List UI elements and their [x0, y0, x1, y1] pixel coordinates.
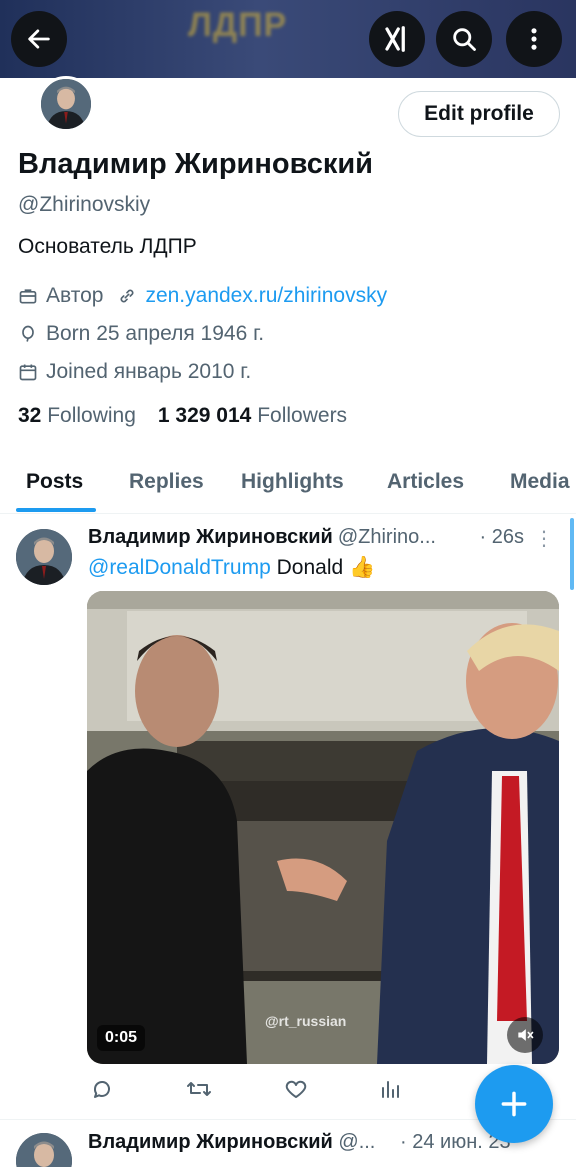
post-author-name[interactable]: Владимир Жириновский	[88, 1131, 333, 1153]
like-button[interactable]	[284, 1077, 308, 1106]
profile-meta-category-link: Автор zen.yandex.ru/zhirinovsky	[18, 282, 387, 310]
avatar-image	[41, 79, 91, 129]
post-avatar[interactable]	[16, 529, 72, 585]
profile-name: Владимир Жириновский	[18, 148, 373, 180]
profile-meta-born: Born 25 апреля 1946 г.	[18, 320, 264, 348]
avatar-image	[16, 529, 72, 585]
tab-articles[interactable]: Articles	[387, 470, 464, 494]
reply-icon	[93, 1080, 110, 1098]
plus-icon	[501, 1091, 527, 1117]
following-count: 32	[18, 404, 42, 427]
more-button[interactable]	[506, 11, 562, 67]
following-link[interactable]: 32 Following	[18, 404, 136, 428]
more-vertical-icon	[531, 28, 537, 50]
post-author-handle[interactable]: @Zhirino...	[338, 526, 436, 549]
followers-count: 1 329 014	[157, 404, 252, 427]
mute-button[interactable]	[507, 1017, 543, 1053]
balloon-icon	[22, 325, 34, 342]
post-author-name[interactable]: Владимир Жириновский	[88, 526, 333, 549]
profile-stats: 32 Following 1 329 014 Followers	[18, 404, 369, 428]
post-video[interactable]: 0:05 @rt_russian	[87, 591, 559, 1064]
profile-bio: Основатель ЛДПР	[18, 235, 197, 258]
active-tab-indicator	[16, 508, 96, 512]
link-icon	[120, 289, 134, 303]
tab-highlights[interactable]: Highlights	[241, 470, 344, 494]
reply-button[interactable]	[90, 1077, 114, 1106]
following-label: Following	[47, 404, 136, 427]
repost-button[interactable]	[186, 1077, 212, 1106]
arrow-left-icon	[28, 29, 50, 49]
grok-icon	[385, 26, 405, 52]
compose-post-button[interactable]	[475, 1065, 553, 1143]
speaker-muted-icon	[518, 1029, 534, 1041]
repost-icon	[187, 1082, 211, 1096]
back-button[interactable]	[11, 11, 67, 67]
search-icon	[453, 28, 476, 51]
avatar-image	[16, 1133, 72, 1167]
profile-handle: @Zhirinovskiy	[18, 193, 151, 216]
analytics-icon	[382, 1081, 399, 1098]
profile-meta-joined: Joined январь 2010 г.	[18, 358, 251, 386]
video-duration: 0:05	[97, 1025, 146, 1051]
post-more-icon[interactable]: ⋮	[534, 526, 554, 551]
profile-avatar[interactable]	[38, 76, 94, 132]
tab-posts[interactable]: Posts	[26, 470, 83, 494]
video-frame	[87, 591, 559, 1064]
post-timestamp[interactable]: · 26s	[480, 526, 524, 549]
profile-born: Born 25 апреля 1946 г.	[46, 322, 265, 345]
search-button[interactable]	[436, 11, 492, 67]
tab-media[interactable]: Media	[510, 470, 570, 494]
edit-profile-button[interactable]: Edit profile	[398, 91, 560, 137]
profile-joined: Joined январь 2010 г.	[46, 360, 252, 383]
calendar-icon	[19, 364, 37, 381]
video-watermark: @rt_russian	[265, 1013, 347, 1029]
post-text: @realDonaldTrump Donald 👍	[88, 556, 375, 580]
tab-replies[interactable]: Replies	[129, 470, 204, 494]
post-item[interactable]: Владимир Жириновский @Zhirino... · 26s ⋮…	[0, 514, 576, 1120]
profile-website-link[interactable]: zen.yandex.ru/zhirinovsky	[145, 284, 387, 308]
post-body: Donald 👍	[270, 556, 376, 579]
profile-tabs: Posts Replies Highlights Articles Media	[0, 456, 576, 514]
post-mention[interactable]: @realDonaldTrump	[88, 556, 271, 579]
grok-button[interactable]	[369, 11, 425, 67]
views-button[interactable]	[378, 1077, 402, 1106]
banner-text: ЛДПР	[188, 6, 288, 44]
heart-icon	[285, 1080, 307, 1098]
followers-link[interactable]: 1 329 014 Followers	[158, 404, 347, 428]
briefcase-icon	[19, 289, 37, 304]
post-header: Владимир Жириновский @...	[88, 1131, 375, 1154]
followers-label: Followers	[257, 404, 348, 427]
post-author-handle[interactable]: @...	[338, 1131, 375, 1153]
post-avatar[interactable]	[16, 1133, 72, 1167]
profile-category: Автор	[46, 284, 104, 307]
